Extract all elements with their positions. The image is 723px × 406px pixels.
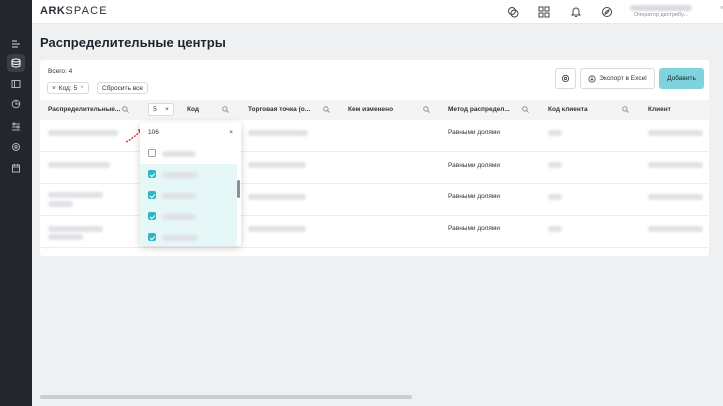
reset-filters-button[interactable]: Сбросить все <box>97 82 148 94</box>
routes-icon <box>12 40 20 48</box>
column-header-code[interactable]: Код <box>187 106 199 113</box>
pie-chart-icon <box>11 99 21 109</box>
user-name[interactable] <box>630 5 692 11</box>
top-header: ARKSPACE Оператор дистрибу... ˅ <box>32 0 723 24</box>
chat-icon[interactable] <box>507 6 519 18</box>
close-icon[interactable]: × <box>80 85 84 91</box>
sidebar-item-layout[interactable] <box>7 75 25 93</box>
method-cell: Равными долями <box>448 162 501 169</box>
checkbox[interactable] <box>148 149 156 157</box>
checkbox[interactable] <box>148 170 156 178</box>
dropdown-search-input[interactable]: 106 × <box>144 125 237 139</box>
add-button[interactable]: Добавить <box>659 68 704 89</box>
column-header-dc[interactable]: Распределительные... <box>48 106 120 113</box>
sliders-icon <box>12 122 20 131</box>
apps-icon[interactable] <box>538 6 550 18</box>
search-icon[interactable] <box>522 106 529 113</box>
compass-icon[interactable] <box>601 6 613 18</box>
search-icon[interactable] <box>323 106 330 113</box>
column-header-method[interactable]: Метод распредел... <box>448 106 510 113</box>
sidebar-item-routes[interactable] <box>7 35 25 53</box>
sidebar-item-reports[interactable] <box>7 118 25 136</box>
export-excel-button[interactable]: Экспорт в Excel <box>580 68 655 89</box>
table-header: Распределительные... 5 × Код Торговая то… <box>40 100 709 120</box>
method-cell: Равными долями <box>448 193 501 200</box>
close-icon[interactable]: × <box>165 106 169 113</box>
gear-icon <box>12 143 20 151</box>
chevron-down-icon: ˅ <box>52 84 56 92</box>
column-header-changed-by[interactable]: Кем изменено <box>348 106 393 113</box>
checkbox[interactable] <box>148 233 156 241</box>
checkbox[interactable] <box>148 212 156 220</box>
search-icon[interactable] <box>122 106 129 113</box>
search-icon[interactable] <box>222 106 229 113</box>
layout-icon <box>11 80 21 88</box>
filter-chip-code[interactable]: ˅ Код: 5 × <box>47 82 89 94</box>
dropdown-option[interactable] <box>140 185 237 206</box>
page-title: Распределительные центры <box>40 35 226 50</box>
sidebar-item-database[interactable] <box>7 54 25 72</box>
column-header-outlet[interactable]: Торговая точка (о... <box>248 106 310 113</box>
dropdown-option[interactable] <box>140 227 237 246</box>
column-filter-input[interactable]: 5 × <box>148 103 174 116</box>
sidebar-item-settings[interactable] <box>7 138 25 156</box>
table-settings-button[interactable] <box>555 68 576 89</box>
sidebar <box>0 0 32 406</box>
code-filter-dropdown: 106 × <box>140 122 241 246</box>
search-icon[interactable] <box>423 106 430 113</box>
checkbox[interactable] <box>148 191 156 199</box>
column-header-client[interactable]: Клиент <box>648 106 671 113</box>
dropdown-option[interactable] <box>140 164 237 185</box>
total-count: Всего: 4 <box>48 68 73 75</box>
horizontal-scrollbar[interactable] <box>40 395 412 399</box>
bell-icon[interactable] <box>570 6 582 18</box>
sidebar-item-analytics[interactable] <box>7 95 25 113</box>
method-cell: Равными долями <box>448 129 501 136</box>
dropdown-option[interactable] <box>140 143 237 164</box>
search-icon[interactable] <box>622 106 629 113</box>
column-header-client-code[interactable]: Код клиента <box>548 106 588 113</box>
sidebar-item-calendar[interactable] <box>7 159 25 177</box>
close-icon[interactable]: × <box>229 129 233 136</box>
user-role: Оператор дистрибу... <box>634 12 688 18</box>
settings-icon <box>561 74 570 83</box>
calendar-icon <box>12 164 20 173</box>
dropdown-option[interactable] <box>140 206 237 227</box>
download-icon <box>588 74 596 83</box>
database-icon <box>11 58 21 68</box>
dropdown-scrollbar[interactable] <box>237 180 240 198</box>
method-cell: Равными долями <box>448 225 501 232</box>
app-logo[interactable]: ARKSPACE <box>40 5 108 17</box>
